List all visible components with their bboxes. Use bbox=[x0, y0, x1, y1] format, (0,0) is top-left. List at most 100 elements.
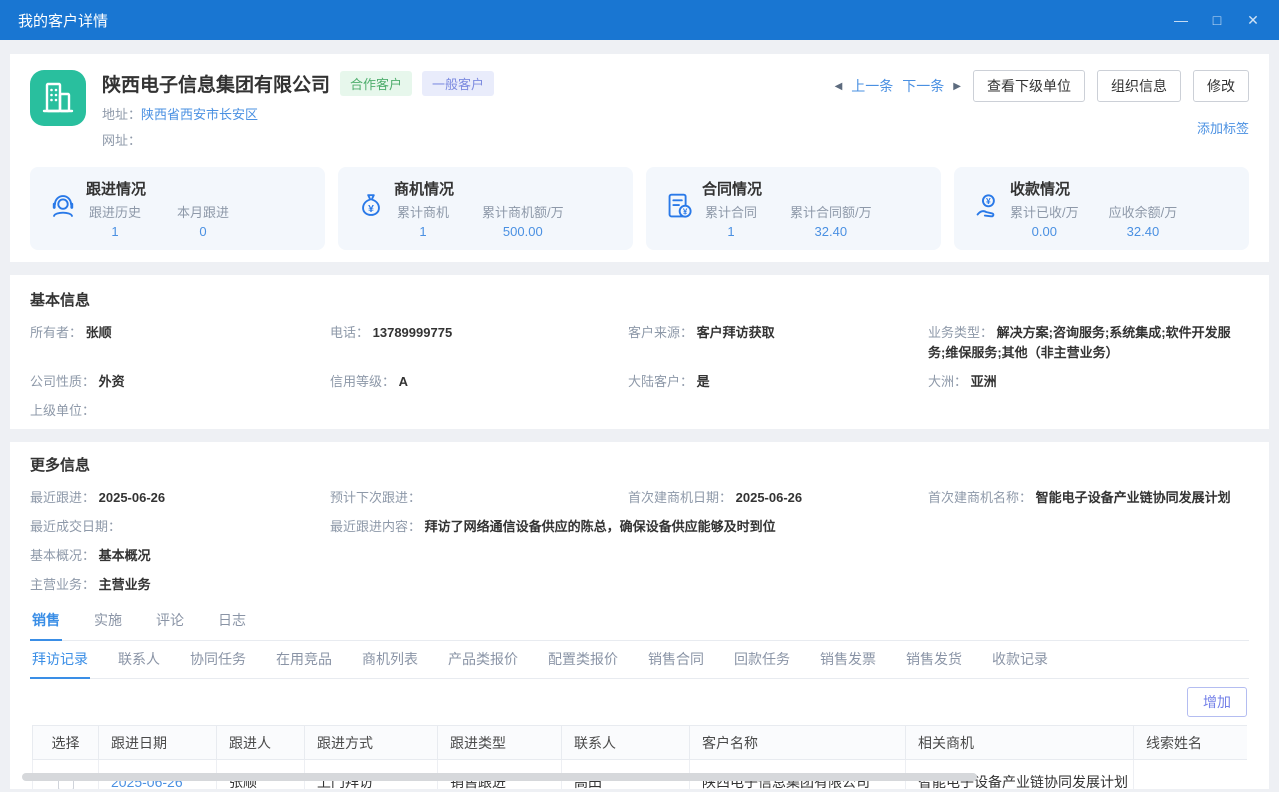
field-owner: 所有者： 张顺 bbox=[30, 323, 330, 363]
tab-sales[interactable]: 销售 bbox=[30, 606, 62, 641]
website-label: 网址： bbox=[102, 133, 141, 148]
customer-header-panel: 陕西电子信息集团有限公司 合作客户 一般客户 地址：陕西省西安市长安区 网址： … bbox=[10, 54, 1269, 262]
tag-cooperative-customer: 合作客户 bbox=[340, 71, 412, 96]
table-header-row: 选择 跟进日期 跟进人 跟进方式 跟进类型 联系人 客户名称 相关商机 线索姓名 bbox=[33, 726, 1248, 760]
field-first-opportunity-date: 首次建商机日期： 2025-06-26 bbox=[628, 488, 928, 508]
contract-doc-icon: ¥ bbox=[662, 189, 702, 228]
metric-value: 0.00 bbox=[1010, 224, 1079, 239]
col-select: 选择 bbox=[33, 726, 99, 760]
address-label: 地址： bbox=[102, 107, 141, 122]
opportunity-stat-card: ¥ 商机情况 累计商机 1 累计商机额/万 500.00 bbox=[338, 167, 633, 250]
field-customer-source: 客户来源： 客户拜访获取 bbox=[628, 323, 928, 363]
stats-cards-row: 跟进情况 跟进历史 1 本月跟进 0 ¥ bbox=[30, 167, 1249, 250]
metric-value: 32.40 bbox=[790, 224, 872, 239]
field-next-followup: 预计下次跟进： bbox=[330, 488, 628, 508]
address-value[interactable]: 陕西省西安市长安区 bbox=[141, 107, 258, 122]
hand-coin-icon: ¥ bbox=[970, 189, 1010, 228]
field-mainland-customer: 大陆客户： 是 bbox=[628, 372, 928, 392]
subtab-collab-tasks[interactable]: 协同任务 bbox=[188, 641, 248, 678]
window-title: 我的客户详情 bbox=[18, 10, 108, 31]
company-name: 陕西电子信息集团有限公司 bbox=[102, 70, 330, 97]
subtab-product-quotes[interactable]: 产品类报价 bbox=[446, 641, 520, 678]
next-record-link[interactable]: 下一条 bbox=[902, 76, 944, 96]
prev-record-link[interactable]: 上一条 bbox=[851, 76, 893, 96]
col-followup-date: 跟进日期 bbox=[99, 726, 217, 760]
col-lead-name: 线索姓名 bbox=[1134, 726, 1248, 760]
tab-implementation[interactable]: 实施 bbox=[92, 606, 124, 640]
field-main-business: 主营业务： 主营业务 bbox=[30, 575, 330, 595]
field-company-nature: 公司性质： 外资 bbox=[30, 372, 330, 392]
view-subordinate-units-button[interactable]: 查看下级单位 bbox=[973, 70, 1085, 102]
metric-label: 累计合同 bbox=[702, 202, 760, 221]
subtab-payment-tasks[interactable]: 回款任务 bbox=[732, 641, 792, 678]
col-customer-name: 客户名称 bbox=[690, 726, 906, 760]
metric-value: 1 bbox=[702, 224, 760, 239]
subtab-contacts[interactable]: 联系人 bbox=[116, 641, 162, 678]
tab-logs[interactable]: 日志 bbox=[216, 606, 248, 640]
metric-label: 应收余额/万 bbox=[1109, 202, 1178, 221]
headset-person-icon bbox=[46, 189, 86, 228]
window-titlebar: 我的客户详情 — □ ✕ bbox=[0, 0, 1279, 40]
organization-info-button[interactable]: 组织信息 bbox=[1097, 70, 1181, 102]
metric-value: 32.40 bbox=[1109, 224, 1178, 239]
stat-card-title: 收款情况 bbox=[1010, 178, 1177, 199]
followup-stat-card: 跟进情况 跟进历史 1 本月跟进 0 bbox=[30, 167, 325, 250]
col-followup-type: 跟进类型 bbox=[438, 726, 562, 760]
col-contact: 联系人 bbox=[562, 726, 690, 760]
tab-comments[interactable]: 评论 bbox=[154, 606, 186, 640]
subtab-sales-contracts[interactable]: 销售合同 bbox=[646, 641, 706, 678]
field-business-type: 业务类型： 解决方案;咨询服务;系统集成;软件开发服务;维保服务;其他（非主营业… bbox=[928, 323, 1249, 363]
minimize-icon[interactable]: — bbox=[1173, 12, 1189, 28]
more-info-title: 更多信息 bbox=[30, 454, 1249, 475]
col-follower: 跟进人 bbox=[217, 726, 305, 760]
metric-label: 跟进历史 bbox=[86, 202, 144, 221]
metric-label: 本月跟进 bbox=[174, 202, 232, 221]
field-continent: 大洲： 亚洲 bbox=[928, 372, 1249, 392]
subtab-competing-products[interactable]: 在用竞品 bbox=[274, 641, 334, 678]
col-followup-method: 跟进方式 bbox=[305, 726, 438, 760]
field-phone: 电话： 13789999775 bbox=[330, 323, 628, 363]
field-first-opportunity-name: 首次建商机名称： 智能电子设备产业链协同发展计划 bbox=[928, 488, 1249, 508]
next-arrow-icon[interactable]: ▶ bbox=[953, 81, 961, 92]
company-building-icon bbox=[30, 70, 86, 126]
window-controls: — □ ✕ bbox=[1173, 12, 1261, 29]
metric-value: 0 bbox=[174, 224, 232, 239]
field-credit-rating: 信用等级： A bbox=[330, 372, 628, 392]
tag-general-customer: 一般客户 bbox=[422, 71, 494, 96]
stat-card-title: 跟进情况 bbox=[86, 178, 232, 199]
basic-info-title: 基本信息 bbox=[30, 289, 1249, 310]
subtab-opportunity-list[interactable]: 商机列表 bbox=[360, 641, 420, 678]
add-tag-link[interactable]: 添加标签 bbox=[1197, 118, 1249, 137]
field-basic-overview: 基本概况： 基本概况 bbox=[30, 546, 330, 566]
contract-stat-card: ¥ 合同情况 累计合同 1 累计合同额/万 32.40 bbox=[646, 167, 941, 250]
field-last-followup: 最近跟进： 2025-06-26 bbox=[30, 488, 330, 508]
metric-label: 累计商机额/万 bbox=[482, 202, 564, 221]
payment-stat-card: ¥ 收款情况 累计已收/万 0.00 应收余额/万 32.40 bbox=[954, 167, 1249, 250]
edit-button[interactable]: 修改 bbox=[1193, 70, 1249, 102]
sub-tabs: 拜访记录 联系人 协同任务 在用竞品 商机列表 产品类报价 配置类报价 销售合同… bbox=[30, 641, 1249, 679]
metric-value: 1 bbox=[86, 224, 144, 239]
stat-card-title: 合同情况 bbox=[702, 178, 872, 199]
subtab-sales-invoices[interactable]: 销售发票 bbox=[818, 641, 878, 678]
close-icon[interactable]: ✕ bbox=[1245, 12, 1261, 29]
money-bag-icon: ¥ bbox=[354, 189, 394, 228]
prev-arrow-icon[interactable]: ◀ bbox=[835, 81, 843, 92]
svg-text:¥: ¥ bbox=[683, 208, 688, 217]
svg-text:¥: ¥ bbox=[368, 204, 374, 215]
more-info-section: 更多信息 最近跟进： 2025-06-26 预计下次跟进： 首次建商机日期： 2… bbox=[10, 442, 1269, 789]
subtab-payment-records[interactable]: 收款记录 bbox=[990, 641, 1050, 678]
subtab-sales-shipments[interactable]: 销售发货 bbox=[904, 641, 964, 678]
subtab-visit-records[interactable]: 拜访记录 bbox=[30, 641, 90, 679]
basic-info-section: 基本信息 所有者： 张顺 电话： 13789999775 客户来源： 客户拜访获… bbox=[10, 275, 1269, 429]
svg-text:¥: ¥ bbox=[986, 196, 991, 206]
metric-label: 累计合同额/万 bbox=[790, 202, 872, 221]
main-tabs: 销售 实施 评论 日志 bbox=[30, 606, 1249, 641]
maximize-icon[interactable]: □ bbox=[1209, 12, 1225, 28]
stat-card-title: 商机情况 bbox=[394, 178, 564, 199]
field-last-deal-date: 最近成交日期： bbox=[30, 517, 330, 537]
cell-lead-name bbox=[1134, 760, 1248, 790]
add-button[interactable]: 增加 bbox=[1187, 687, 1247, 717]
subtab-config-quotes[interactable]: 配置类报价 bbox=[546, 641, 620, 678]
horizontal-scrollbar-thumb[interactable] bbox=[22, 773, 977, 781]
col-related-opportunity: 相关商机 bbox=[906, 726, 1134, 760]
